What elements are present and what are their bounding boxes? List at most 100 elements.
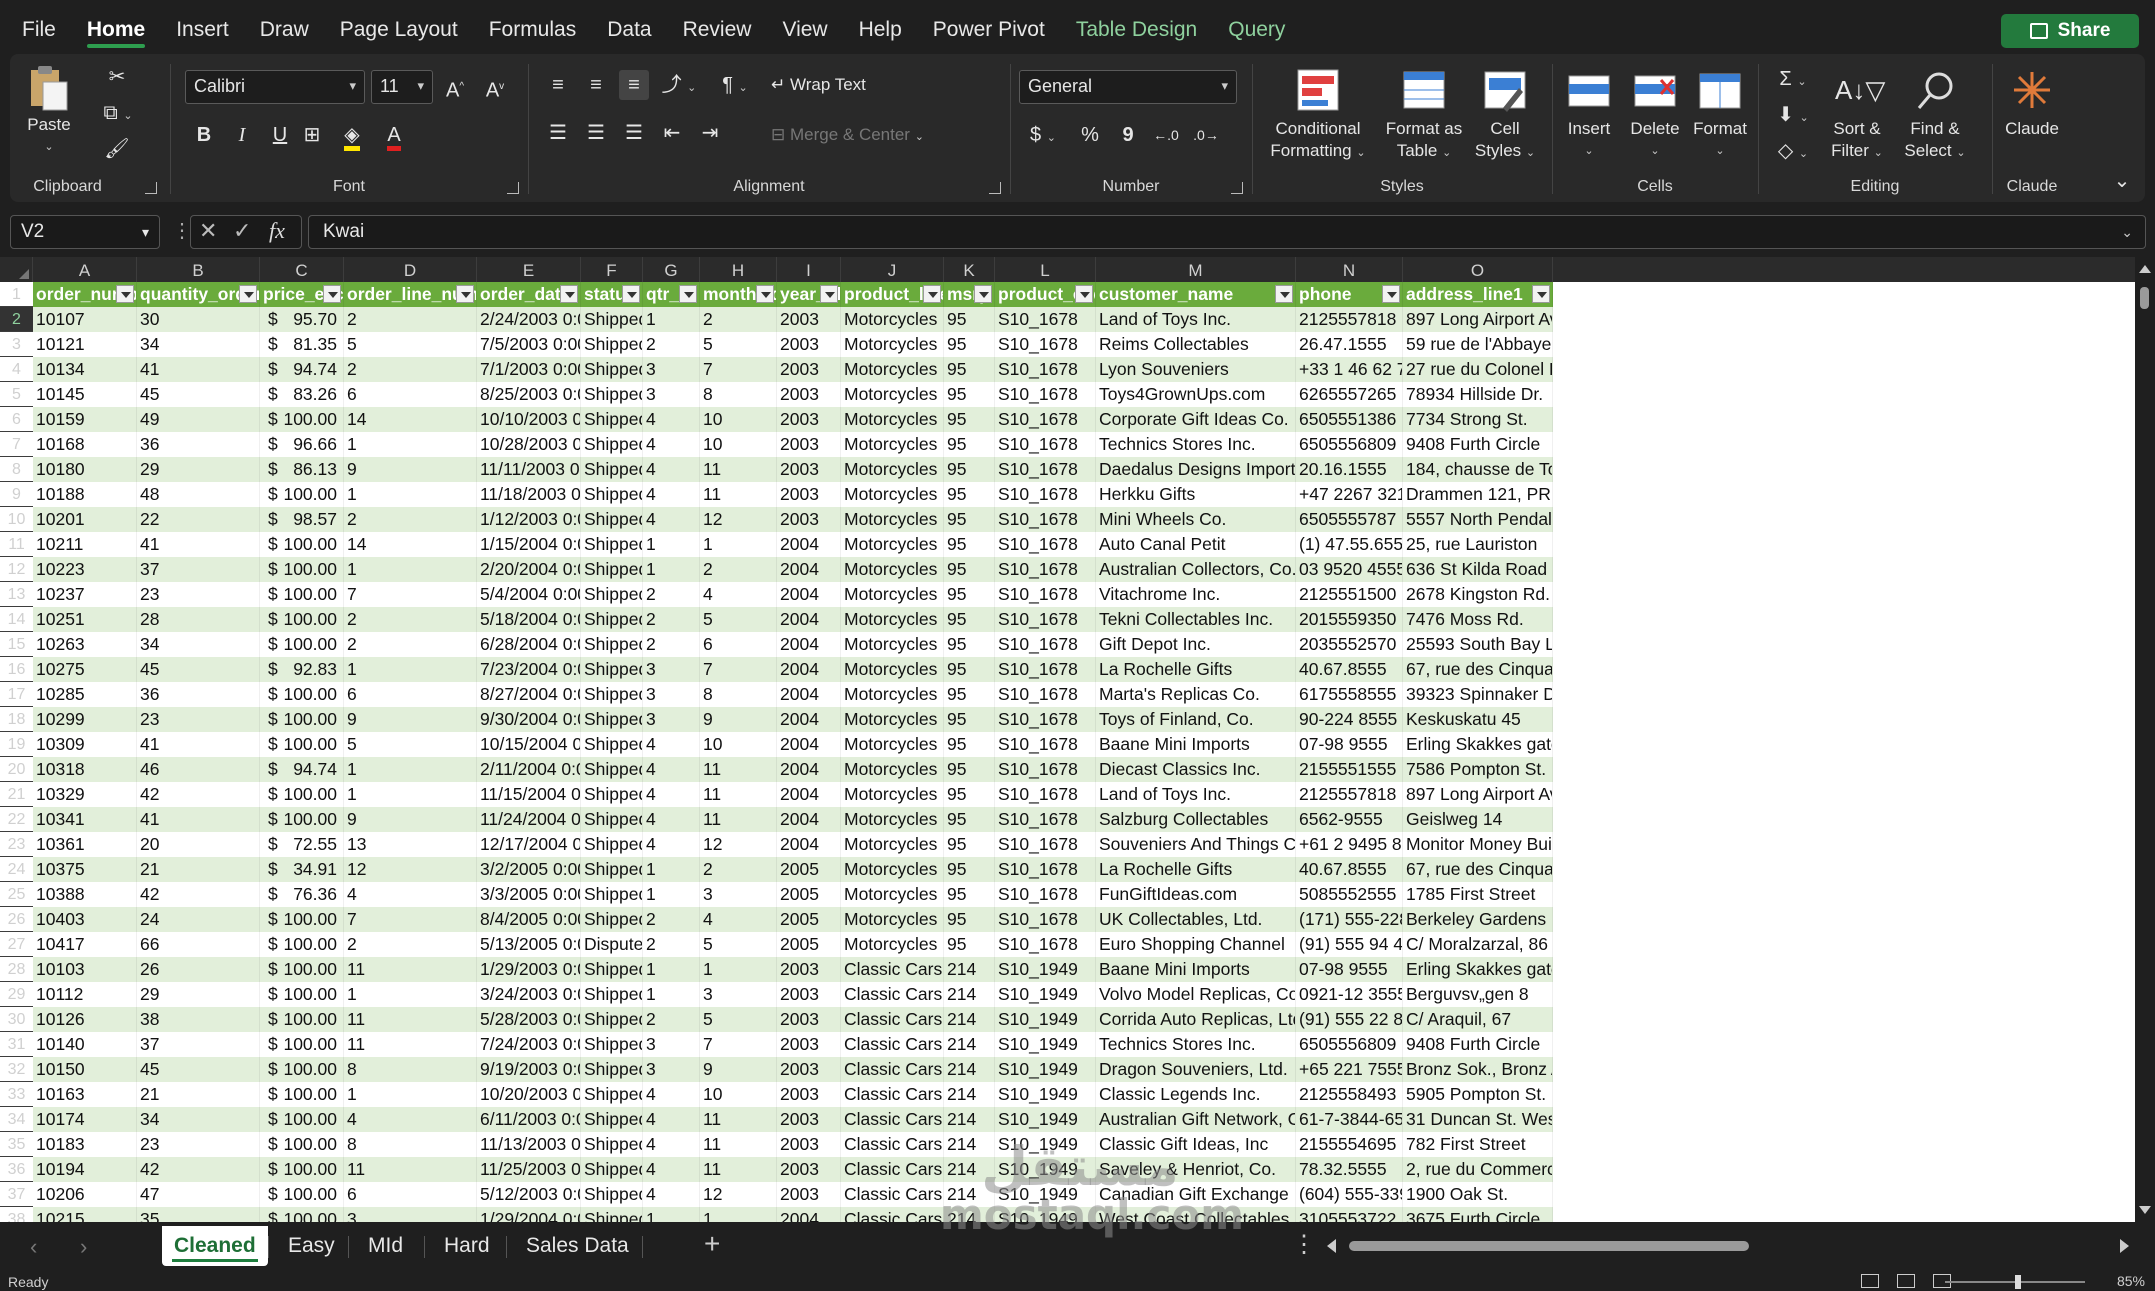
cell[interactable]: 4 (643, 1107, 700, 1132)
cell[interactable]: $100.00 (260, 482, 344, 507)
cell[interactable]: 6505556809 (1296, 1032, 1403, 1057)
cell[interactable]: 6/11/2003 0:00 (477, 1107, 581, 1132)
scroll-right-icon[interactable] (2120, 1239, 2129, 1253)
cell[interactable]: 6505555787 (1296, 507, 1403, 532)
cell[interactable]: 12 (700, 1182, 777, 1207)
cell[interactable]: Shipped (581, 307, 643, 332)
cell[interactable]: 10 (700, 732, 777, 757)
align-right-icon[interactable]: ☰ (619, 118, 649, 148)
column-header[interactable]: I (777, 257, 841, 282)
cell[interactable]: Erling Skakkes gate 78 (1403, 957, 1553, 982)
cell[interactable]: Shipped (581, 1182, 643, 1207)
filter-dropdown-icon[interactable] (923, 285, 941, 303)
cell[interactable]: 95 (944, 757, 995, 782)
cell[interactable]: 5085552555 (1296, 882, 1403, 907)
cell[interactable]: 2125557818 (1296, 307, 1403, 332)
cell[interactable]: 2004 (777, 1207, 841, 1222)
cell[interactable]: 10/20/2003 0:00 (477, 1082, 581, 1107)
cell[interactable]: 34 (137, 1107, 260, 1132)
cell[interactable]: 27 rue du Colonel Pierre Av (1403, 357, 1553, 382)
cell[interactable]: 12/17/2004 0:00 (477, 832, 581, 857)
cell[interactable]: 2 (700, 857, 777, 882)
cell[interactable]: 214 (944, 1082, 995, 1107)
cell[interactable]: 59 rue de l'Abbaye (1403, 332, 1553, 357)
cell[interactable]: S10_1678 (995, 332, 1096, 357)
cell[interactable]: 1 (643, 882, 700, 907)
cell[interactable]: 49 (137, 407, 260, 432)
cell[interactable]: 5/28/2003 0:00 (477, 1007, 581, 1032)
cell[interactable]: 2004 (777, 832, 841, 857)
cell[interactable]: 10107 (33, 307, 137, 332)
format-as-table-button[interactable]: Format as Table ⌄ (1381, 68, 1467, 164)
vertical-scrollbar[interactable] (2135, 257, 2155, 1222)
comma-button[interactable]: 9 (1113, 120, 1143, 150)
cell[interactable]: 8/27/2004 0:00 (477, 682, 581, 707)
cell[interactable]: 10188 (33, 482, 137, 507)
cell[interactable]: 2003 (777, 457, 841, 482)
cell[interactable]: 10183 (33, 1132, 137, 1157)
cell[interactable]: 4 (700, 907, 777, 932)
cell[interactable]: 03 9520 4555 (1296, 557, 1403, 582)
cell[interactable]: 2003 (777, 982, 841, 1007)
cell[interactable]: 6 (344, 1182, 477, 1207)
cell[interactable]: 95 (944, 657, 995, 682)
cell[interactable]: 4 (344, 882, 477, 907)
row-header[interactable]: 11 (0, 532, 33, 557)
cell[interactable]: Motorcycles (841, 782, 944, 807)
cell[interactable]: 214 (944, 1007, 995, 1032)
cell[interactable]: S10_1678 (995, 682, 1096, 707)
cell[interactable]: 40.67.8555 (1296, 657, 1403, 682)
cell[interactable]: 10126 (33, 1007, 137, 1032)
cell[interactable]: 2003 (777, 507, 841, 532)
cell[interactable]: Auto Canal Petit (1096, 532, 1296, 557)
cell[interactable]: Shipped (581, 1032, 643, 1057)
cell[interactable]: 45 (137, 382, 260, 407)
cell[interactable]: 2004 (777, 682, 841, 707)
cell[interactable]: 5/13/2005 0:00 (477, 932, 581, 957)
menu-insert[interactable]: Insert (176, 0, 229, 52)
cell[interactable]: 7/23/2004 0:00 (477, 657, 581, 682)
cell[interactable]: 31 Duncan St. West End (1403, 1107, 1553, 1132)
align-top-icon[interactable]: ≡ (543, 70, 573, 100)
cell[interactable]: 11 (700, 782, 777, 807)
cell[interactable]: 10174 (33, 1107, 137, 1132)
cell[interactable]: 2004 (777, 782, 841, 807)
cell[interactable]: 11 (700, 1107, 777, 1132)
cell[interactable]: Motorcycles (841, 732, 944, 757)
cell[interactable]: 5 (344, 332, 477, 357)
cell[interactable]: 8 (344, 1057, 477, 1082)
cell[interactable]: 10417 (33, 932, 137, 957)
cell[interactable]: Motorcycles (841, 332, 944, 357)
cell[interactable]: Technics Stores Inc. (1096, 432, 1296, 457)
sheet-tab-hard[interactable]: Hard (432, 1226, 502, 1266)
cell[interactable]: 95 (944, 857, 995, 882)
cell[interactable]: 1900 Oak St. (1403, 1182, 1553, 1207)
insert-function-icon[interactable]: fx (269, 218, 285, 244)
cell[interactable]: 2 (344, 307, 477, 332)
cell[interactable]: S10_1678 (995, 782, 1096, 807)
cell[interactable]: 1/29/2004 0:00 (477, 1207, 581, 1222)
row-header[interactable]: 27 (0, 932, 33, 957)
cell[interactable]: Motorcycles (841, 482, 944, 507)
cell[interactable]: 10163 (33, 1082, 137, 1107)
cell[interactable]: 42 (137, 882, 260, 907)
menu-review[interactable]: Review (683, 0, 752, 52)
cell[interactable]: S10_1949 (995, 1082, 1096, 1107)
filter-dropdown-icon[interactable] (820, 285, 838, 303)
format-cells-button[interactable]: Format ⌄ (1687, 68, 1753, 162)
menu-view[interactable]: View (782, 0, 827, 52)
cell[interactable]: 6505556809 (1296, 432, 1403, 457)
cell[interactable]: Shipped (581, 782, 643, 807)
row-header[interactable]: 24 (0, 857, 33, 882)
cell[interactable]: S10_1949 (995, 1157, 1096, 1182)
cell[interactable]: Shipped (581, 507, 643, 532)
cell[interactable]: $100.00 (260, 982, 344, 1007)
cell[interactable]: 4 (643, 482, 700, 507)
cell[interactable]: Shipped (581, 882, 643, 907)
cell[interactable]: 7/1/2003 0:00 (477, 357, 581, 382)
cell[interactable]: 1785 First Street (1403, 882, 1553, 907)
cell[interactable]: 2003 (777, 1132, 841, 1157)
row-header[interactable]: 37 (0, 1182, 33, 1207)
filter-dropdown-icon[interactable] (622, 285, 640, 303)
column-header[interactable]: J (841, 257, 944, 282)
